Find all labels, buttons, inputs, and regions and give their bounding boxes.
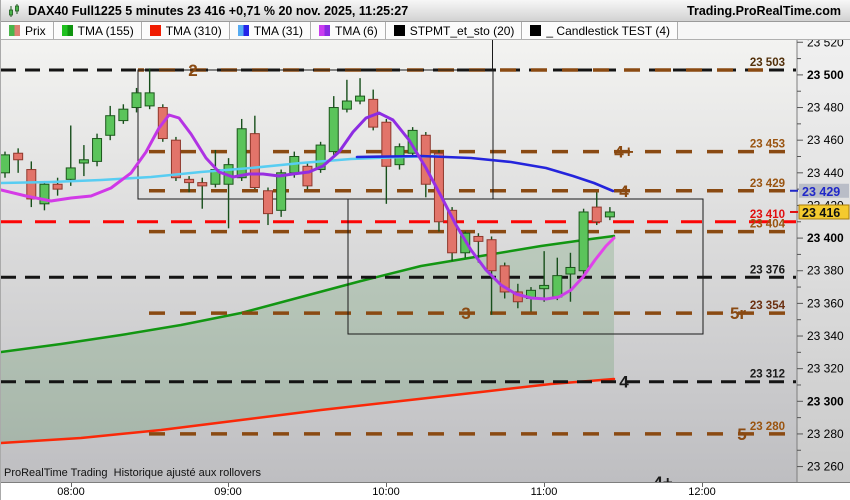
chart-canvas[interactable]: 24+435r454+23 50323 45323 42923 41023 40…: [1, 35, 850, 492]
candle-body-09:45: [341, 100, 352, 110]
candle-body-09:05: [236, 128, 247, 179]
legend-item-candlestick-test-4[interactable]: _ Candlestick TEST (4): [522, 22, 679, 39]
price-axis-label: 23 460: [807, 133, 844, 147]
candlestick-icon: [9, 3, 19, 17]
price-axis-label: 23 340: [807, 329, 844, 343]
price-axis-label: 23 380: [807, 264, 844, 278]
candle-body-10:00: [381, 121, 392, 167]
legend-label: STPMT_et_sto (20): [409, 23, 515, 38]
legend-bar: Prix TMA (155) TMA (310) TMA (31) TMA (6) STP…: [1, 22, 850, 40]
price-axis-label: 23 280: [807, 427, 844, 441]
candle-body-09:15: [263, 190, 273, 215]
legend-item-tma-31[interactable]: TMA (31): [229, 22, 312, 39]
annotation-label-4: 4: [619, 373, 629, 392]
price-axis-label: 23 360: [807, 296, 844, 310]
legend-item-tma-155[interactable]: TMA (155): [53, 22, 142, 39]
candle-body-11:15: [578, 211, 589, 272]
legend-swatch: [237, 25, 249, 36]
candle-body-09:40: [328, 107, 339, 153]
level-price-label: 23 453: [750, 139, 785, 151]
price-badge-text: 23 416: [802, 206, 840, 220]
candle-body-08:10: [92, 138, 103, 162]
annotation-label-2: 2: [188, 61, 197, 80]
level-price-label: 23 312: [750, 369, 785, 381]
price-badge-text: 23 429: [802, 185, 840, 199]
level-price-label: 23 376: [750, 264, 785, 276]
annotation-label-4+: 4+: [614, 143, 633, 162]
price-axis-label: 23 260: [807, 460, 844, 474]
candle-body-08:45: [184, 178, 195, 184]
candle-body-10:40: [486, 239, 497, 272]
price-axis-label: 23 440: [807, 166, 844, 180]
price-axis-label: 23 520: [807, 40, 844, 49]
footer-note: ProRealTime Trading Historique ajusté au…: [4, 467, 261, 479]
annotation-label-4+: 4+: [653, 473, 672, 482]
candle-body-08:25: [131, 92, 142, 109]
legend-label: TMA (155): [77, 23, 134, 38]
instrument-title: DAX40 Full1225 5 minutes 23 416 +0,71 % …: [28, 3, 409, 18]
legend-swatch: [319, 25, 331, 36]
legend-item-stpmt-et-sto-20[interactable]: STPMT_et_sto (20): [385, 22, 523, 39]
candle-body-10:35: [473, 235, 484, 242]
candle-body-07:40: [13, 152, 24, 161]
legend-label: TMA (31): [253, 23, 304, 38]
candle-body-08:15: [105, 115, 116, 136]
candle-body-11:10: [565, 266, 576, 275]
title-bar: DAX40 Full1225 5 minutes 23 416 +0,71 % …: [1, 0, 850, 22]
price-axis-label: 23 320: [807, 362, 844, 376]
candle-body-08:00: [65, 167, 76, 180]
candle-body-08:05: [78, 159, 89, 164]
candle-body-11:05: [552, 275, 563, 298]
price-axis-label: 23 400: [807, 231, 844, 245]
legend-item-tma-310[interactable]: TMA (310): [141, 22, 230, 39]
legend-swatch: [9, 25, 20, 36]
level-price-label: 23 404: [750, 219, 786, 231]
legend-swatch: [61, 25, 73, 36]
chart-area[interactable]: 24+435r454+23 50323 45323 42923 41023 40…: [1, 35, 850, 492]
candle-body-07:45: [26, 169, 37, 200]
candle-body-11:25: [604, 211, 615, 218]
legend-item-tma-6[interactable]: TMA (6): [311, 22, 386, 39]
candle-body-09:30: [302, 165, 313, 187]
annotation-label-5r: 5r: [730, 304, 746, 323]
candle-body-08:20: [118, 108, 129, 122]
legend-label: TMA (310): [165, 23, 222, 38]
level-price-label: 23 503: [750, 57, 785, 69]
time-label-1000: 10:00: [372, 486, 400, 498]
legend-swatch: [149, 25, 161, 36]
candle-body-09:10: [249, 133, 260, 189]
annotation-label-5: 5: [737, 425, 746, 444]
legend-label: Prix: [25, 23, 46, 38]
legend-swatch: [393, 25, 405, 36]
candle-body-08:50: [197, 182, 208, 187]
candle-body-11:20: [591, 206, 602, 223]
legend-swatch: [530, 25, 542, 36]
prorealtime-window: DAX40 Full1225 5 minutes 23 416 +0,71 % …: [0, 0, 850, 500]
time-label-1200: 12:00: [688, 486, 716, 498]
candle-body-08:40: [170, 139, 181, 179]
price-axis-label: 23 500: [807, 68, 844, 82]
time-label-0900: 09:00: [214, 486, 242, 498]
time-label-1100: 11:00: [530, 486, 558, 498]
candle-body-09:20: [276, 172, 287, 211]
time-label-0800: 08:00: [57, 486, 85, 498]
price-axis-label: 23 480: [807, 101, 844, 115]
annotation-label-4: 4: [619, 182, 629, 201]
annotation-label-3: 3: [461, 304, 470, 323]
level-price-label: 23 280: [750, 421, 785, 433]
candle-body-11:00: [539, 284, 550, 290]
legend-label: TMA (6): [335, 23, 378, 38]
legend-label: _ Candlestick TEST (4): [546, 23, 671, 38]
price-axis-label: 23 300: [807, 394, 844, 408]
candle-body-08:30: [144, 92, 155, 107]
level-price-label: 23 429: [750, 178, 785, 190]
candle-body-07:55: [52, 183, 63, 190]
time-axis[interactable]: 08:00 09:00 10:00 11:00 12:00: [1, 482, 850, 500]
candle-body-07:35: [1, 154, 10, 174]
legend-item-prix[interactable]: Prix: [1, 22, 54, 39]
level-price-label: 23 354: [750, 300, 786, 312]
candle-body-09:50: [355, 95, 366, 102]
brand-link[interactable]: Trading.ProRealTime.com: [687, 4, 841, 18]
